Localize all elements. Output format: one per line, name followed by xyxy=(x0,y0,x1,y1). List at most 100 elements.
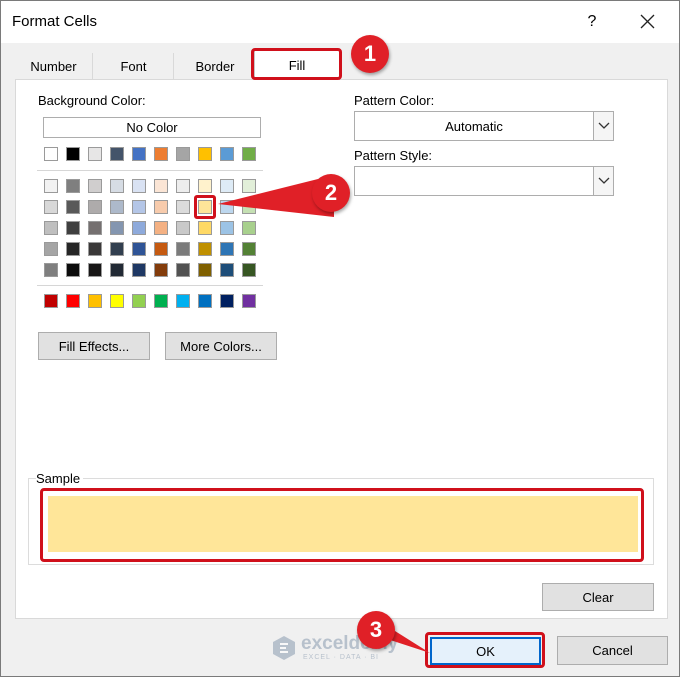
more-colors-button[interactable]: More Colors... xyxy=(165,332,277,360)
sample-highlight xyxy=(40,488,644,562)
color-swatch[interactable] xyxy=(110,263,124,277)
pattern-color-value: Automatic xyxy=(445,119,503,134)
step-badge: 1 xyxy=(351,35,389,73)
color-swatch[interactable] xyxy=(220,147,234,161)
color-swatch[interactable] xyxy=(154,263,168,277)
color-swatch[interactable] xyxy=(176,147,190,161)
color-swatch[interactable] xyxy=(44,294,58,308)
color-swatch[interactable] xyxy=(44,242,58,256)
color-swatch[interactable] xyxy=(88,147,102,161)
pattern-style-dropdown[interactable] xyxy=(354,166,614,196)
color-swatch[interactable] xyxy=(220,242,234,256)
color-swatch[interactable] xyxy=(176,263,190,277)
format-cells-dialog: Format Cells ? Number Font Border Fill B… xyxy=(0,0,680,677)
step-badge: 3 xyxy=(357,611,395,649)
color-swatch[interactable] xyxy=(154,200,168,214)
color-swatch[interactable] xyxy=(198,179,212,193)
color-swatch[interactable] xyxy=(44,263,58,277)
tab-number[interactable]: Number xyxy=(15,53,93,79)
color-swatch[interactable] xyxy=(88,242,102,256)
color-swatch[interactable] xyxy=(176,242,190,256)
color-swatch[interactable] xyxy=(110,179,124,193)
color-swatch[interactable] xyxy=(66,179,80,193)
pattern-color-label: Pattern Color: xyxy=(354,93,435,108)
color-swatch[interactable] xyxy=(44,179,58,193)
color-swatch[interactable] xyxy=(110,294,124,308)
color-swatch[interactable] xyxy=(88,200,102,214)
color-swatch[interactable] xyxy=(110,242,124,256)
color-swatch[interactable] xyxy=(154,294,168,308)
title-bar: Format Cells ? xyxy=(1,1,679,43)
color-swatch[interactable] xyxy=(66,200,80,214)
color-swatch[interactable] xyxy=(198,263,212,277)
color-swatch[interactable] xyxy=(176,221,190,235)
color-swatch[interactable] xyxy=(110,221,124,235)
color-swatch[interactable] xyxy=(88,179,102,193)
color-swatch[interactable] xyxy=(66,294,80,308)
close-button[interactable] xyxy=(633,7,663,37)
tab-border[interactable]: Border xyxy=(175,53,255,79)
watermark-tagline: EXCEL · DATA · BI xyxy=(303,654,379,661)
color-swatch[interactable] xyxy=(132,294,146,308)
color-swatch[interactable] xyxy=(66,242,80,256)
dropdown-arrow[interactable] xyxy=(593,112,613,140)
color-swatch[interactable] xyxy=(198,147,212,161)
fill-tab-highlight xyxy=(251,48,342,80)
color-swatch[interactable] xyxy=(198,221,212,235)
ok-button-highlight xyxy=(425,632,545,668)
color-swatch[interactable] xyxy=(132,147,146,161)
color-swatch[interactable] xyxy=(220,294,234,308)
clear-button[interactable]: Clear xyxy=(542,583,654,611)
color-swatch[interactable] xyxy=(66,221,80,235)
color-swatch[interactable] xyxy=(242,294,256,308)
pattern-color-dropdown[interactable]: Automatic xyxy=(354,111,614,141)
color-swatch[interactable] xyxy=(176,294,190,308)
help-button[interactable]: ? xyxy=(584,13,600,31)
close-icon xyxy=(640,14,655,29)
color-swatch[interactable] xyxy=(132,263,146,277)
dropdown-arrow[interactable] xyxy=(593,167,613,195)
color-swatch[interactable] xyxy=(176,179,190,193)
pattern-style-label: Pattern Style: xyxy=(354,148,433,163)
color-swatch[interactable] xyxy=(220,221,234,235)
color-swatch[interactable] xyxy=(88,263,102,277)
background-color-label: Background Color: xyxy=(38,93,146,108)
color-swatch[interactable] xyxy=(154,221,168,235)
selected-swatch-highlight xyxy=(194,195,216,219)
color-swatch[interactable] xyxy=(198,242,212,256)
color-swatch[interactable] xyxy=(154,147,168,161)
color-swatch[interactable] xyxy=(198,294,212,308)
color-swatch[interactable] xyxy=(132,242,146,256)
color-swatch[interactable] xyxy=(110,200,124,214)
no-color-button[interactable]: No Color xyxy=(43,117,261,138)
color-swatch[interactable] xyxy=(220,263,234,277)
color-swatch[interactable] xyxy=(132,179,146,193)
sample-label: Sample xyxy=(36,471,84,486)
color-swatch[interactable] xyxy=(132,221,146,235)
color-swatch[interactable] xyxy=(44,221,58,235)
tab-font[interactable]: Font xyxy=(94,53,174,79)
step-badge: 2 xyxy=(312,174,350,212)
color-swatch[interactable] xyxy=(110,147,124,161)
color-swatch[interactable] xyxy=(88,294,102,308)
color-swatch[interactable] xyxy=(242,242,256,256)
color-swatch[interactable] xyxy=(154,179,168,193)
color-swatch[interactable] xyxy=(242,263,256,277)
color-swatch[interactable] xyxy=(176,200,190,214)
palette-divider xyxy=(37,285,263,286)
color-swatch[interactable] xyxy=(242,221,256,235)
exceldemy-logo-icon xyxy=(273,636,295,660)
chevron-down-icon xyxy=(598,177,610,184)
color-swatch[interactable] xyxy=(154,242,168,256)
color-swatch[interactable] xyxy=(66,147,80,161)
color-swatch[interactable] xyxy=(44,200,58,214)
color-swatch[interactable] xyxy=(242,147,256,161)
chevron-down-icon xyxy=(598,122,610,129)
color-swatch[interactable] xyxy=(66,263,80,277)
dialog-title: Format Cells xyxy=(12,13,98,30)
cancel-button[interactable]: Cancel xyxy=(557,636,668,665)
fill-effects-button[interactable]: Fill Effects... xyxy=(38,332,150,360)
color-swatch[interactable] xyxy=(132,200,146,214)
color-swatch[interactable] xyxy=(88,221,102,235)
color-swatch[interactable] xyxy=(44,147,58,161)
